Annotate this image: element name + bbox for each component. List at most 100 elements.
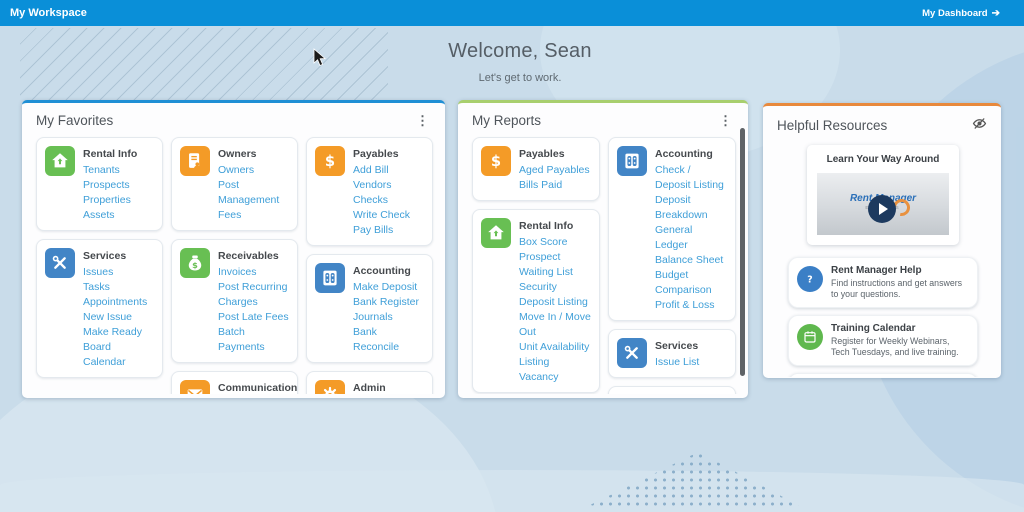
- owners-document-icon: [180, 146, 210, 176]
- favorite-link[interactable]: Write Check: [353, 208, 410, 223]
- favorite-link[interactable]: Assets: [83, 208, 137, 223]
- favorite-link[interactable]: Budget Comparison: [655, 268, 727, 298]
- resource-item[interactable]: Training CalendarRegister for Weekly Web…: [788, 315, 978, 366]
- my-reports-title: My Reports: [472, 113, 541, 128]
- eye-slash-icon[interactable]: [970, 115, 989, 135]
- category-card: $ Payables Aged PayablesBills Paid: [472, 137, 600, 201]
- favorite-link[interactable]: Check / Deposit Listing: [655, 163, 727, 193]
- favorite-link[interactable]: Journals: [353, 310, 424, 325]
- my-reports-panel: My Reports $ Payables Aged PayablesBills P…: [458, 100, 748, 398]
- favorite-link[interactable]: Prospect Waiting List: [519, 250, 591, 280]
- category-card: OwnersOwnersPost Management Fees: [171, 137, 298, 231]
- rental-info-house-icon: [45, 146, 75, 176]
- favorite-link[interactable]: Issues: [83, 265, 154, 280]
- favorite-link[interactable]: Properties: [83, 193, 137, 208]
- card-column: $ Payables Aged PayablesBills Paid Rental I…: [472, 137, 600, 394]
- favorite-link[interactable]: Invoices: [218, 265, 289, 280]
- favorite-link[interactable]: Vendors: [353, 178, 410, 193]
- favorite-link[interactable]: Tenants: [83, 163, 137, 178]
- category-title: Payables: [519, 148, 590, 160]
- category-title: Owners: [218, 148, 289, 160]
- category-title: Receivables: [218, 250, 289, 262]
- favorite-link[interactable]: General Ledger: [655, 223, 727, 253]
- favorite-link[interactable]: Owners: [218, 163, 289, 178]
- mouse-cursor: [313, 48, 328, 73]
- my-dashboard-button[interactable]: My Dashboard: [922, 8, 1000, 19]
- resource-item[interactable]: ?Rent Manager HelpFind instructions and …: [788, 257, 978, 308]
- learn-video-card: Learn Your Way Around Rent Manager EXPRE…: [807, 145, 959, 245]
- favorite-link[interactable]: Checks: [353, 193, 410, 208]
- helpful-resources-panel: Helpful Resources Learn Your Way Around …: [763, 103, 1001, 378]
- accounting-ledger-icon: [315, 263, 345, 293]
- favorite-link[interactable]: New Issue: [83, 310, 154, 325]
- favorite-link[interactable]: Vacancy: [519, 370, 591, 385]
- favorite-link[interactable]: Deposit Breakdown: [655, 193, 727, 223]
- favorite-link[interactable]: Post Management Fees: [218, 178, 289, 223]
- category-card: AccountingMake DepositBank RegisterJourn…: [306, 254, 433, 363]
- favorite-link[interactable]: Balance Sheet: [655, 253, 727, 268]
- svg-text:?: ?: [807, 274, 812, 285]
- category-title: Rental Info: [519, 220, 591, 232]
- favorite-link[interactable]: Move In / Move Out: [519, 310, 591, 340]
- category-card: Rental Info Box ScoreProspect Waiting Lis…: [472, 209, 600, 393]
- category-card: AdminUsersAutomated Notifications: [306, 371, 433, 394]
- favorite-link[interactable]: Issue List: [655, 355, 699, 370]
- favorite-link[interactable]: Prospects: [83, 178, 137, 193]
- rental-info-house-icon: [481, 218, 511, 248]
- reports-card-grid: $ Payables Aged PayablesBills Paid Rental I…: [472, 137, 736, 394]
- favorite-link[interactable]: Unit Availability Listing: [519, 340, 591, 370]
- category-card: AdminAudit TrailTenant Web Access Licens…: [608, 386, 736, 394]
- help-question-icon: ?: [797, 266, 823, 292]
- favorite-link[interactable]: Profit & Loss: [655, 298, 727, 313]
- helpful-resources-title: Helpful Resources: [777, 118, 887, 133]
- resource-title: Training Calendar: [831, 323, 969, 334]
- favorite-link[interactable]: Box Score: [519, 235, 591, 250]
- favorite-link[interactable]: Security Deposit Listing: [519, 280, 591, 310]
- resource-title: Rent Manager Help: [831, 265, 969, 276]
- payables-dollar-icon: $: [315, 146, 345, 176]
- category-card: CommunicationCompose EmailText Messaging…: [171, 371, 298, 394]
- communication-envelope-icon: [180, 380, 210, 394]
- favorite-link[interactable]: Add Bill: [353, 163, 410, 178]
- payables-dollar-icon: $: [481, 146, 511, 176]
- kebab-menu-icon[interactable]: [412, 112, 433, 129]
- category-title: Accounting: [655, 148, 727, 160]
- category-title: Rental Info: [83, 148, 137, 160]
- favorite-link[interactable]: Bills Paid: [519, 178, 590, 193]
- svg-text:$: $: [491, 153, 501, 170]
- category-title: Services: [83, 250, 154, 262]
- favorite-link[interactable]: Tasks: [83, 280, 154, 295]
- video-thumbnail[interactable]: Rent Manager EXPRESS: [817, 173, 949, 235]
- arrow-right-icon: [992, 8, 1000, 19]
- favorite-link[interactable]: Aged Payables: [519, 163, 590, 178]
- play-icon[interactable]: [868, 195, 896, 223]
- favorite-link[interactable]: Calendar: [83, 355, 154, 370]
- dot-triangle-pattern: [588, 452, 800, 506]
- svg-text:$: $: [325, 153, 335, 170]
- services-tools-icon: [617, 338, 647, 368]
- favorite-link[interactable]: Post Recurring Charges: [218, 280, 289, 310]
- favorite-link[interactable]: Make Deposit: [353, 280, 424, 295]
- favorite-link[interactable]: Pay Bills: [353, 223, 410, 238]
- card-column: Rental Info TenantsProspectsPropertiesAss…: [36, 137, 163, 378]
- accounting-ledger-icon: [617, 146, 647, 176]
- favorite-link[interactable]: Bank Reconcile: [353, 325, 424, 355]
- resource-item[interactable]: Rent Manager UniversityLearn at your own…: [788, 373, 978, 377]
- category-card: Rental Info TenantsProspectsPropertiesAss…: [36, 137, 163, 231]
- category-title: Services: [655, 340, 699, 352]
- kebab-menu-icon[interactable]: [715, 112, 736, 129]
- category-title: Payables: [353, 148, 410, 160]
- favorite-link[interactable]: Batch Payments: [218, 325, 289, 355]
- reports-scrollbar[interactable]: [740, 128, 745, 376]
- category-card: $ReceivablesInvoicesPost Recurring Charg…: [171, 239, 298, 363]
- favorite-link[interactable]: Appointments: [83, 295, 154, 310]
- category-title: Communication: [218, 382, 289, 394]
- my-favorites-title: My Favorites: [36, 113, 113, 128]
- favorites-card-grid: Rental Info TenantsProspectsPropertiesAss…: [36, 137, 433, 394]
- favorite-link[interactable]: Post Late Fees: [218, 310, 289, 325]
- diagonal-hatch-pattern: [20, 28, 388, 102]
- favorite-link[interactable]: Bank Register: [353, 295, 424, 310]
- favorite-link[interactable]: Make Ready Board: [83, 325, 154, 355]
- video-title: Learn Your Way Around: [816, 154, 950, 165]
- my-favorites-panel: My Favorites Rental Info TenantsProspects…: [22, 100, 445, 398]
